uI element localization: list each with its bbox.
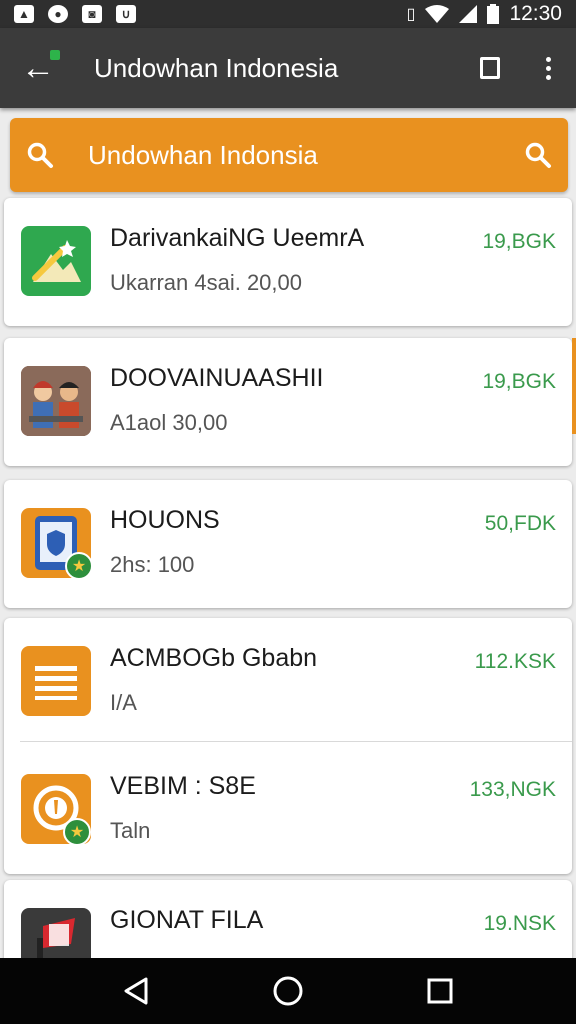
list-item[interactable]: ACMBOGb Gbabn I/A 112.KSK bbox=[4, 618, 572, 746]
nav-recents-button[interactable] bbox=[410, 961, 470, 1021]
notification-icon: ▲ bbox=[14, 5, 34, 23]
app-title: Undowhan Indonesia bbox=[94, 52, 339, 83]
nav-back-icon bbox=[124, 977, 148, 1005]
list-item[interactable]: ★ VEBIM : S8E Taln 133,NGK bbox=[4, 746, 572, 874]
search-bar[interactable]: Undowhan Indonsia bbox=[10, 118, 568, 192]
list-card: GIONAT FILA 19.NSK bbox=[4, 880, 572, 978]
list-card: ★ HOUONS 2hs: 100 50,FDK bbox=[4, 480, 572, 608]
whatsapp-icon: ● bbox=[48, 5, 68, 23]
item-size: 50,FDK bbox=[484, 512, 556, 535]
back-button[interactable]: ← bbox=[0, 28, 76, 108]
item-name: VEBIM : S8E bbox=[110, 772, 256, 800]
item-subtitle: Ukarran 4sai. 20,00 bbox=[110, 270, 302, 295]
item-size: 133,NGK bbox=[469, 778, 556, 801]
list-card: DarivankaiNG UeemrA Ukarran 4sai. 20,00 … bbox=[4, 198, 572, 326]
list-icon bbox=[21, 646, 91, 716]
star-badge-icon: ★ bbox=[63, 818, 91, 846]
app-bar: ← Undowhan Indonesia bbox=[0, 28, 576, 108]
nav-back-button[interactable] bbox=[106, 961, 166, 1021]
status-bar: ▲ ● ◙ ∪ ▯ 12:30 bbox=[0, 0, 576, 28]
list-item[interactable]: DOOVAINUAASHII A1aol 30,00 19,BGK bbox=[4, 338, 572, 466]
item-size: 19.NSK bbox=[483, 912, 556, 935]
item-size: 112.KSK bbox=[474, 650, 556, 673]
more-vert-icon bbox=[545, 56, 551, 62]
item-name: DOOVAINUAASHII bbox=[110, 364, 324, 392]
battery-icon bbox=[487, 4, 500, 24]
list-item[interactable]: GIONAT FILA 19.NSK bbox=[4, 880, 572, 978]
item-subtitle: 2hs: 100 bbox=[110, 552, 195, 577]
search-submit-icon[interactable] bbox=[508, 141, 568, 169]
star-badge-icon: ★ bbox=[65, 552, 93, 580]
square-icon bbox=[480, 57, 500, 79]
list-item[interactable]: DarivankaiNG UeemrA Ukarran 4sai. 20,00 … bbox=[4, 198, 572, 326]
back-badge-icon bbox=[50, 50, 60, 60]
item-subtitle: A1aol 30,00 bbox=[110, 410, 228, 435]
item-name: HOUONS bbox=[110, 506, 220, 534]
tablet-icon: ★ bbox=[21, 508, 93, 580]
more-options-button[interactable] bbox=[520, 28, 576, 108]
people-icon bbox=[21, 366, 91, 436]
nav-recents-icon bbox=[427, 978, 453, 1004]
coin-icon: ★ bbox=[21, 774, 91, 846]
status-system: ▯ 12:30 bbox=[407, 2, 562, 26]
search-icon[interactable] bbox=[10, 141, 70, 169]
scroll-indicator bbox=[572, 338, 576, 434]
item-name: DarivankaiNG UeemrA bbox=[110, 224, 365, 252]
mountain-icon bbox=[21, 226, 91, 296]
search-input[interactable]: Undowhan Indonsia bbox=[70, 140, 508, 171]
gallery-icon: ◙ bbox=[82, 5, 102, 23]
wifi-icon bbox=[425, 5, 450, 23]
nav-home-icon bbox=[273, 976, 303, 1006]
nav-home-button[interactable] bbox=[258, 961, 318, 1021]
status-time: 12:30 bbox=[509, 2, 562, 25]
item-name: GIONAT FILA bbox=[110, 906, 264, 934]
overview-button[interactable] bbox=[460, 28, 520, 108]
item-name: ACMBOGb Gbabn bbox=[110, 644, 318, 672]
download-icon: ∪ bbox=[116, 5, 136, 23]
item-size: 19,BGK bbox=[482, 370, 556, 393]
status-notifications: ▲ ● ◙ ∪ bbox=[14, 5, 136, 23]
item-size: 19,BGK bbox=[482, 230, 556, 253]
vibrate-icon: ▯ bbox=[406, 6, 416, 23]
signal-icon bbox=[459, 5, 478, 23]
item-subtitle: I/A bbox=[110, 690, 137, 715]
list-card: ACMBOGb Gbabn I/A 112.KSK ★ VEBIM : S8E … bbox=[4, 618, 572, 874]
list-card: DOOVAINUAASHII A1aol 30,00 19,BGK bbox=[4, 338, 572, 466]
item-subtitle: Taln bbox=[110, 818, 151, 843]
row-divider bbox=[20, 741, 572, 742]
navigation-bar bbox=[0, 958, 576, 1024]
list-item[interactable]: ★ HOUONS 2hs: 100 50,FDK bbox=[4, 480, 572, 608]
